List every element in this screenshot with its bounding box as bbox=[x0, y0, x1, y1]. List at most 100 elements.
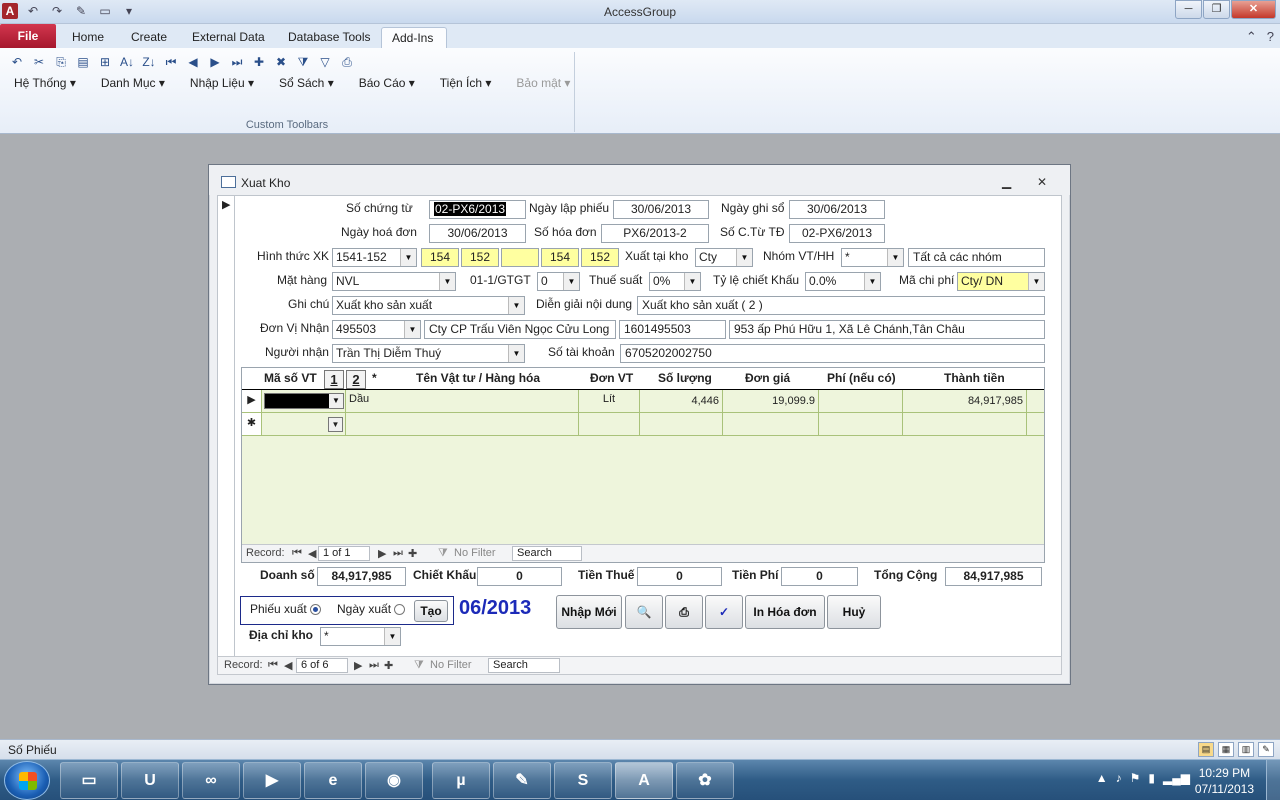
thanh-tien-new-cell[interactable] bbox=[903, 413, 1027, 435]
skype-taskbar-button[interactable]: S bbox=[554, 762, 612, 799]
utorrent-taskbar-button[interactable]: µ bbox=[432, 762, 490, 799]
first-record-icon[interactable]: ⏮ bbox=[162, 54, 180, 70]
chevron-down-icon[interactable]: ▼ bbox=[864, 273, 880, 290]
next-record-icon[interactable]: ▶ bbox=[378, 547, 386, 560]
in-hoa-don-button[interactable]: In Hóa đơn bbox=[745, 595, 825, 629]
volume-icon[interactable]: ♪ bbox=[1116, 771, 1122, 785]
so-tai-khoan-field[interactable]: 6705202002750 bbox=[620, 344, 1045, 363]
tab-home[interactable]: Home bbox=[62, 27, 114, 48]
show-desktop-button[interactable] bbox=[1266, 760, 1280, 800]
ngay-lap-phieu-field[interactable]: 30/06/2013 bbox=[613, 200, 709, 219]
ie-taskbar-button[interactable]: e bbox=[304, 762, 362, 799]
chevron-down-icon[interactable]: ▼ bbox=[384, 628, 400, 645]
chevron-down-icon[interactable]: ▼ bbox=[1028, 273, 1044, 290]
show-hidden-icons-icon[interactable]: ▲ bbox=[1096, 771, 1108, 785]
so-hoa-don-field[interactable]: PX6/2013-2 bbox=[601, 224, 709, 243]
tab-external-data[interactable]: External Data bbox=[182, 27, 275, 48]
previous-record-icon[interactable]: ◀ bbox=[308, 547, 316, 560]
dien-giai-field[interactable]: Xuất kho sản xuất ( 2 ) bbox=[637, 296, 1045, 315]
chevron-down-icon[interactable]: ▼ bbox=[887, 249, 903, 266]
tab-create[interactable]: Create bbox=[121, 27, 177, 48]
nhom-vt-hh-dropdown[interactable]: * ▼ bbox=[841, 248, 904, 267]
ten-vat-tu-new-cell[interactable] bbox=[346, 413, 579, 435]
don-gia-cell[interactable]: 19,099.9 bbox=[723, 390, 819, 412]
cut-icon[interactable]: ✂ bbox=[30, 54, 48, 70]
menu-tien-ich[interactable]: Tiện Ích ▾ bbox=[440, 76, 492, 90]
thanh-tien-cell[interactable]: 84,917,985 bbox=[903, 390, 1027, 412]
gtgt-dropdown[interactable]: 0 ▼ bbox=[537, 272, 580, 291]
design-view-icon[interactable]: ✎ bbox=[1258, 742, 1274, 757]
last-record-icon[interactable]: ⏭ bbox=[369, 659, 379, 672]
media-player-taskbar-button[interactable]: ▶ bbox=[243, 762, 301, 799]
grid-search-input[interactable]: Search bbox=[512, 546, 582, 561]
grid-record-position[interactable]: 1 of 1 bbox=[318, 546, 370, 561]
tk-co-2-field[interactable]: 152 bbox=[581, 248, 619, 267]
radio-icon[interactable] bbox=[394, 604, 406, 616]
tk-no-2-field[interactable]: 154 bbox=[541, 248, 579, 267]
xuat-tai-kho-dropdown[interactable]: Cty ▼ bbox=[695, 248, 753, 267]
tab-database-tools[interactable]: Database Tools bbox=[278, 27, 381, 48]
minimize-button[interactable]: ─ bbox=[1175, 0, 1202, 19]
new-record-icon[interactable]: ✚ bbox=[250, 54, 268, 70]
menu-so-sach[interactable]: Sổ Sách ▾ bbox=[279, 76, 334, 90]
page-1-button[interactable]: 1 bbox=[324, 370, 344, 389]
chevron-down-icon[interactable]: ▼ bbox=[328, 417, 343, 432]
find-icon[interactable]: ⊞ bbox=[96, 54, 114, 70]
so-luong-new-cell[interactable] bbox=[640, 413, 723, 435]
filter-icon[interactable]: ▽ bbox=[316, 54, 334, 70]
tao-button[interactable]: Tạo bbox=[414, 600, 448, 622]
ngay-ghi-so-field[interactable]: 30/06/2013 bbox=[789, 200, 885, 219]
network-icon[interactable]: ▂▄▆ bbox=[1163, 771, 1190, 785]
form-close-button[interactable]: ✕ bbox=[1037, 175, 1047, 189]
huy-button[interactable]: Huỷ bbox=[827, 595, 881, 629]
nguoi-nhan-dropdown[interactable]: Trần Thị Diễm Thuý ▼ bbox=[332, 344, 525, 363]
chevron-down-icon[interactable]: ▼ bbox=[329, 394, 343, 408]
new-table-row[interactable]: ✱ ▼ bbox=[242, 413, 1044, 436]
first-record-icon[interactable]: ⏮ bbox=[268, 659, 278, 672]
chevron-down-icon[interactable]: ▼ bbox=[404, 321, 420, 338]
layout-view-icon[interactable]: ▥ bbox=[1238, 742, 1254, 757]
form-minimize-button[interactable]: ▁ bbox=[1002, 175, 1011, 189]
notepad-taskbar-button[interactable]: ✎ bbox=[493, 762, 551, 799]
phi-cell[interactable] bbox=[819, 390, 903, 412]
menu-nhap-lieu[interactable]: Nhập Liệu ▾ bbox=[190, 76, 254, 90]
phi-new-cell[interactable] bbox=[819, 413, 903, 435]
phieu-xuat-option[interactable]: Phiếu xuất bbox=[250, 602, 322, 616]
ngay-xuat-option[interactable]: Ngày xuất bbox=[337, 602, 406, 616]
record-selector[interactable]: ▶ bbox=[218, 196, 235, 658]
don-vt-cell[interactable]: Lít bbox=[579, 390, 640, 412]
sort-descending-icon[interactable]: Z↓ bbox=[140, 54, 158, 70]
nhap-moi-button[interactable]: Nhập Mới bbox=[556, 595, 622, 629]
ngay-hoa-don-field[interactable]: 30/06/2013 bbox=[429, 224, 526, 243]
dia-chi-kho-dropdown[interactable]: * ▼ bbox=[320, 627, 401, 646]
so-luong-cell[interactable]: 4,446 bbox=[640, 390, 723, 412]
minimize-ribbon-icon[interactable]: ⌃ bbox=[1246, 29, 1257, 45]
access-taskbar-button[interactable]: A bbox=[615, 762, 673, 799]
so-ct-td-field[interactable]: 02-PX6/2013 bbox=[789, 224, 885, 243]
close-button[interactable]: ✕ bbox=[1231, 0, 1276, 19]
grid-filter-status[interactable]: No Filter bbox=[454, 547, 496, 559]
clock[interactable]: 10:29 PM 07/11/2013 bbox=[1195, 765, 1254, 797]
copy-icon[interactable]: ⎘ bbox=[52, 54, 70, 70]
explorer-taskbar-button[interactable]: ▭ bbox=[60, 762, 118, 799]
tab-file[interactable]: File bbox=[0, 24, 56, 48]
last-record-icon[interactable]: ⏭ bbox=[228, 54, 246, 70]
thue-suat-dropdown[interactable]: 0% ▼ bbox=[649, 272, 701, 291]
chevron-down-icon[interactable]: ▼ bbox=[684, 273, 700, 290]
table-row[interactable]: ▶ ▼ Dầu Lít 4,446 19,099.9 84,917,985 bbox=[242, 390, 1044, 413]
spell-check-button[interactable]: ✓ bbox=[705, 595, 743, 629]
first-record-icon[interactable]: ⏮ bbox=[292, 547, 302, 560]
ma-chi-phi-dropdown[interactable]: Cty/ DN ▼ bbox=[957, 272, 1045, 291]
restore-button[interactable]: ❐ bbox=[1203, 0, 1230, 19]
ten-vat-tu-cell[interactable]: Dầu bbox=[346, 390, 579, 412]
print-preview-button[interactable]: 🔍 bbox=[625, 595, 663, 629]
paint-taskbar-button[interactable]: ✿ bbox=[676, 762, 734, 799]
print-preview-icon[interactable]: ⎙ bbox=[338, 54, 356, 70]
tk-empty-field[interactable] bbox=[501, 248, 539, 267]
print-button[interactable]: ⎙ bbox=[665, 595, 703, 629]
menu-he-thong[interactable]: Hệ Thống ▾ bbox=[14, 76, 76, 90]
no-filter-icon[interactable]: ⧩ bbox=[438, 547, 448, 560]
form-filter-status[interactable]: No Filter bbox=[430, 659, 472, 671]
app-taskbar-button[interactable]: ∞ bbox=[182, 762, 240, 799]
help-icon[interactable]: ? bbox=[1267, 29, 1274, 45]
